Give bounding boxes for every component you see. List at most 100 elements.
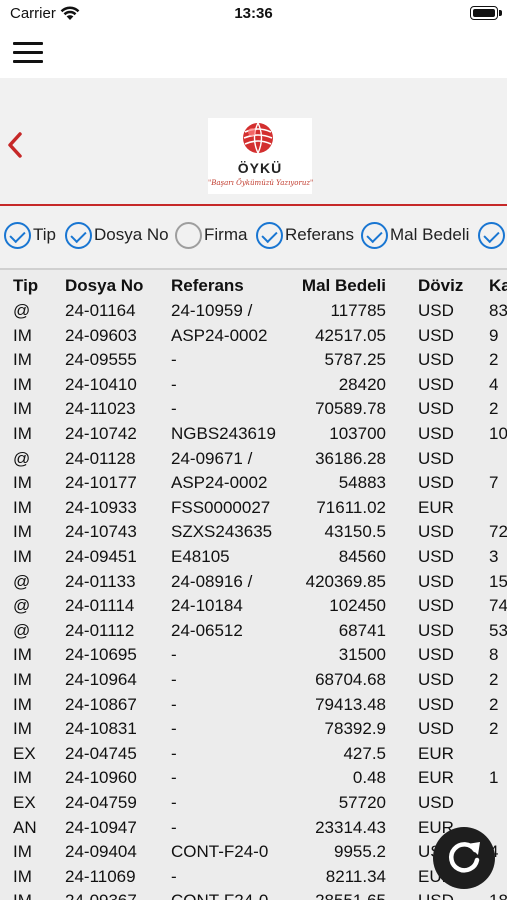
cell-tip: IM: [13, 374, 32, 394]
cell-referans: SZXS243635: [171, 522, 273, 542]
table-row[interactable]: IM 24-10964 - 68704.68 USD 2: [0, 670, 507, 695]
cell-doviz: USD: [418, 596, 454, 616]
table-row[interactable]: IM24-09404CONT-F24-09955.2USD4: [0, 842, 507, 867]
cell-tip: IM: [13, 768, 32, 788]
cell-mal-bedeli: 103700: [329, 424, 386, 443]
checkbox-checked-icon[interactable]: [256, 221, 283, 249]
table-row[interactable]: IM 24-10743 SZXS243635 43150.5 USD 72: [0, 522, 507, 547]
cell-ka: 15: [489, 571, 507, 591]
table-row[interactable]: @24-01133 24-08916 / 420369.85 USD 15: [0, 572, 507, 597]
checkbox-checked-icon[interactable]: [65, 221, 92, 249]
table-row[interactable]: IM 24-09451 E48105 84560 USD 3: [0, 547, 507, 572]
cell-tip: IM: [13, 694, 32, 714]
table-row[interactable]: @24-01128 24-09671 / 36186.28 USD: [0, 449, 507, 474]
cell-dosya-no: 24-10960: [65, 768, 137, 788]
header-ka[interactable]: Ka: [489, 276, 507, 296]
header-mal-bedeli[interactable]: Mal Bedeli: [290, 276, 386, 296]
table-row[interactable]: IM 24-10960 - 0.48 EUR 1: [0, 768, 507, 793]
cell-referans: FSS0000027: [171, 497, 271, 517]
cell-doviz: USD: [418, 473, 454, 493]
table-row[interactable]: AN 24-10947-23314.43 EUR: [0, 818, 507, 843]
table-row[interactable]: IM 24-11069-8211.34 EUR: [0, 867, 507, 892]
table-row[interactable]: IM 24-09367 CONT-F24-0 28551.65 USD 18: [0, 891, 507, 900]
cell-dosya-no: 24-10867: [65, 694, 137, 714]
table-row[interactable]: IM 24-10831 - 78392.9 USD 2: [0, 719, 507, 744]
battery-tip: [499, 10, 502, 16]
cell-mal-bedeli: 28420: [338, 374, 386, 394]
cell-tip: IM: [13, 719, 32, 739]
checkbox-checked-icon[interactable]: [478, 221, 505, 249]
logo-slogan: "Başarı Öykümüzü Yazıyoruz": [208, 179, 314, 187]
header-tip[interactable]: Tip: [13, 276, 38, 296]
checkbox-checked-icon[interactable]: [361, 221, 388, 249]
cell-dosya-no: 24-09555: [65, 350, 137, 370]
filter-referans[interactable]: Referans: [256, 221, 354, 249]
cell-tip: IM: [13, 891, 32, 900]
battery-icon: [470, 6, 498, 20]
table-row[interactable]: IM 24-10410 - 28420 USD 4: [0, 375, 507, 400]
logo-name: ÖYKÜ: [237, 160, 283, 176]
table-row[interactable]: IM 24-10695 - 31500 USD 8: [0, 645, 507, 670]
cell-doviz: USD: [418, 694, 454, 714]
filter-label: Dosya No: [94, 225, 169, 244]
cell-mal-bedeli: 23314.43: [315, 817, 386, 837]
cell-doviz: EUR: [418, 768, 454, 788]
cell-doviz: USD: [418, 374, 454, 394]
cell-doviz: USD: [418, 670, 454, 689]
hamburger-icon[interactable]: [13, 40, 43, 64]
header-dosya-no[interactable]: Dosya No: [65, 276, 143, 296]
cell-dosya-no: 24-09451: [65, 547, 137, 566]
table-row[interactable]: @24-01164 24-10959 / 117785 USD 83: [0, 301, 507, 326]
table-row[interactable]: IM 24-10867 - 79413.48 USD 2: [0, 695, 507, 720]
chevron-left-icon[interactable]: [4, 128, 26, 162]
cell-tip: IM: [13, 473, 32, 493]
cell-tip: IM: [13, 645, 32, 665]
table-row[interactable]: IM 24-09603 ASP24-0002 42517.05 USD 9: [0, 326, 507, 351]
cell-referans: -: [171, 866, 177, 886]
cell-referans: 24-08916 /: [171, 571, 253, 591]
table-row[interactable]: IM 24-09555 - 5787.25 USD 2: [0, 350, 507, 375]
status-time: 13:36: [234, 5, 273, 22]
cell-tip: AN: [13, 817, 37, 837]
table-row[interactable]: IM 24-11023 - 70589.78 USD 2: [0, 399, 507, 424]
table-row[interactable]: EX 24-04759 - 57720 USD: [0, 793, 507, 818]
table-row[interactable]: @24-01112 24-06512 68741 USD 53: [0, 621, 507, 646]
table-row[interactable]: IM 24-10933 FSS0000027 71611.02 EUR: [0, 498, 507, 523]
cell-referans: ASP24-0002: [171, 473, 268, 493]
table-row[interactable]: IM 24-10742 NGBS243619 103700 USD 10: [0, 424, 507, 449]
cell-referans: -: [171, 719, 177, 739]
globe-icon: [243, 122, 273, 154]
cell-mal-bedeli: 9955.2: [334, 842, 386, 862]
cell-referans: -: [171, 817, 177, 837]
cell-dosya-no: 24-04745: [65, 743, 137, 763]
cell-tip: @: [13, 301, 31, 320]
checkbox-checked-icon[interactable]: [4, 221, 31, 249]
cell-doviz: USD: [418, 301, 454, 320]
filter-more[interactable]: [478, 221, 505, 249]
cell-ka: 4: [489, 374, 499, 394]
cell-tip: IM: [13, 842, 32, 862]
cell-referans: -: [171, 399, 177, 419]
cell-doviz: USD: [418, 448, 454, 468]
cell-doviz: USD: [418, 891, 454, 900]
table-row[interactable]: EX 24-04745 - 427.5 EUR: [0, 744, 507, 769]
cell-tip: IM: [13, 866, 32, 886]
header-doviz[interactable]: Döviz: [418, 276, 463, 296]
cell-mal-bedeli: 0.48: [352, 768, 386, 788]
refresh-button[interactable]: [433, 827, 495, 889]
filter-tip[interactable]: Tip: [4, 221, 56, 249]
checkbox-unchecked-icon[interactable]: [175, 221, 202, 249]
cell-dosya-no: 24-10695: [65, 645, 137, 665]
table-row[interactable]: IM 24-10177 ASP24-0002 54883 USD 7: [0, 473, 507, 498]
cell-mal-bedeli: 420369.85: [305, 571, 386, 591]
cell-doviz: USD: [418, 547, 454, 566]
filter-mal-bedeli[interactable]: Mal Bedeli: [361, 221, 469, 249]
cell-mal-bedeli: 102450: [329, 596, 386, 616]
table-row[interactable]: @24-01114 24-10184 102450 USD 74: [0, 596, 507, 621]
header-referans[interactable]: Referans: [171, 276, 244, 296]
cell-referans: 24-06512: [171, 620, 243, 640]
cell-dosya-no: 24-10831: [65, 719, 137, 739]
cell-dosya-no: 24-11069: [65, 866, 136, 886]
filter-dosya-no[interactable]: Dosya No: [65, 221, 169, 249]
filter-firma[interactable]: Firma: [175, 221, 247, 249]
